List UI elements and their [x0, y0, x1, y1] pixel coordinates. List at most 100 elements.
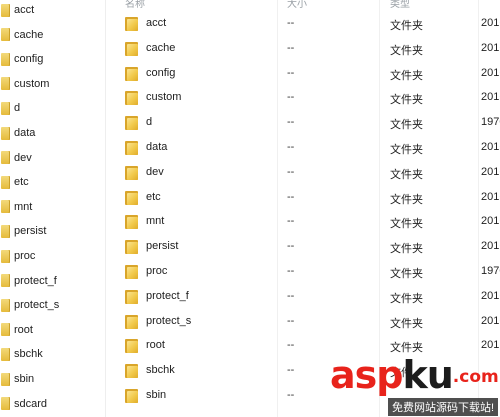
- folder-icon: [125, 116, 138, 131]
- nav-item-sdcard[interactable]: sdcard: [0, 393, 104, 415]
- folder-icon: [1, 298, 10, 312]
- file-size: --: [287, 116, 295, 129]
- nav-item-sbin[interactable]: sbin: [0, 368, 104, 390]
- folder-icon: [125, 364, 138, 379]
- file-name: config: [146, 66, 176, 79]
- file-size: --: [287, 41, 295, 54]
- nav-item-data[interactable]: data: [0, 122, 104, 144]
- file-type: 文件夹: [390, 218, 423, 231]
- navigation-pane: acct cache config custom d data dev etc mnt persi…: [0, 0, 106, 417]
- watermark-logo-part: asp: [330, 353, 403, 397]
- nav-item-dev[interactable]: dev: [0, 147, 104, 169]
- nav-item-protect-s[interactable]: protect_s: [0, 294, 104, 316]
- file-name: protect_f: [146, 289, 189, 302]
- file-name: custom: [146, 91, 182, 104]
- folder-icon: [1, 101, 10, 115]
- file-size: --: [287, 17, 295, 29]
- file-date: 2016: [481, 41, 500, 54]
- file-row[interactable]: persist -- 文件夹 2016: [106, 235, 500, 259]
- folder-icon: [125, 289, 138, 304]
- nav-item-cache[interactable]: cache: [0, 24, 104, 46]
- nav-item-sbchk[interactable]: sbchk: [0, 343, 104, 365]
- folder-icon: [125, 389, 138, 403]
- file-date: 2016: [481, 17, 500, 29]
- nav-item-acct[interactable]: acct: [0, 0, 104, 21]
- file-name: etc: [146, 190, 161, 203]
- column-header-name[interactable]: 名称: [125, 0, 145, 8]
- watermark-logo-part: .com: [452, 367, 499, 387]
- folder-icon: [1, 249, 10, 263]
- column-header-type[interactable]: 类型: [390, 0, 410, 8]
- file-row[interactable]: acct -- 文件夹 2016: [106, 12, 500, 36]
- nav-item-custom[interactable]: custom: [0, 73, 104, 95]
- folder-icon: [125, 190, 138, 205]
- file-size: --: [287, 190, 295, 203]
- folder-icon: [125, 339, 138, 354]
- watermark-logo: aspku.com: [330, 355, 499, 397]
- file-name: d: [146, 116, 153, 129]
- folder-icon: [1, 28, 10, 42]
- file-row[interactable]: data -- 文件夹 2016: [106, 136, 500, 160]
- nav-item-label: sdcard: [14, 397, 48, 410]
- nav-item-persist[interactable]: persist: [0, 220, 104, 242]
- file-row[interactable]: custom -- 文件夹 2016: [106, 86, 500, 110]
- nav-item-label: custom: [14, 77, 50, 90]
- file-size: --: [287, 289, 295, 302]
- nav-item-label: data: [14, 127, 36, 139]
- file-name: data: [146, 141, 168, 153]
- folder-icon-front: [127, 217, 138, 230]
- file-row[interactable]: dev -- 文件夹 2016: [106, 161, 500, 185]
- folder-icon: [125, 41, 138, 56]
- nav-item-label: persist: [14, 225, 47, 238]
- folder-icon: [1, 3, 10, 17]
- file-size: --: [287, 66, 295, 79]
- folder-icon-front: [127, 118, 138, 131]
- file-size: --: [287, 165, 295, 178]
- folder-icon: [125, 165, 138, 180]
- folder-icon: [125, 91, 138, 106]
- file-date: 2016: [481, 314, 500, 327]
- nav-item-label: dev: [14, 151, 32, 164]
- folder-icon-front: [127, 68, 138, 81]
- column-header-size[interactable]: 大小: [287, 0, 307, 8]
- file-row[interactable]: proc -- 文件夹 1970: [106, 260, 500, 284]
- folder-icon-front: [127, 291, 138, 304]
- file-type: 文件夹: [390, 292, 423, 305]
- nav-item-label: sbchk: [14, 348, 43, 361]
- nav-item-mnt[interactable]: mnt: [0, 196, 104, 218]
- folder-icon: [1, 52, 10, 66]
- file-date: 2016: [481, 141, 500, 153]
- folder-icon-front: [127, 19, 138, 31]
- file-row[interactable]: config -- 文件夹 2016: [106, 62, 500, 86]
- file-row[interactable]: protect_s -- 文件夹 2016: [106, 310, 500, 334]
- folder-icon: [1, 200, 10, 214]
- nav-item-etc[interactable]: etc: [0, 171, 104, 193]
- nav-item-root[interactable]: root: [0, 319, 104, 341]
- folder-icon-front: [127, 391, 138, 403]
- file-size: --: [287, 240, 295, 253]
- nav-item-config[interactable]: config: [0, 48, 104, 70]
- file-row[interactable]: cache -- 文件夹 2016: [106, 37, 500, 61]
- nav-item-label: d: [14, 102, 21, 115]
- file-row[interactable]: mnt -- 文件夹 2016: [106, 210, 500, 234]
- folder-icon: [1, 397, 10, 411]
- folder-icon-front: [127, 242, 138, 255]
- file-row[interactable]: d -- 文件夹 1970: [106, 111, 500, 135]
- file-date: 2016: [481, 215, 500, 228]
- file-row[interactable]: protect_f -- 文件夹 2016: [106, 285, 500, 309]
- file-type: 文件夹: [390, 243, 423, 256]
- file-row[interactable]: etc -- 文件夹 2016: [106, 186, 500, 210]
- file-size: --: [287, 265, 295, 277]
- folder-icon: [1, 126, 10, 140]
- nav-item-proc[interactable]: proc: [0, 245, 104, 267]
- nav-item-d[interactable]: d: [0, 97, 104, 119]
- site-watermark: aspku.com 免费网站源码下载站!: [320, 355, 500, 417]
- file-type: 文件夹: [390, 268, 423, 280]
- file-name: cache: [146, 41, 176, 54]
- folder-icon-front: [127, 43, 138, 56]
- nav-item-protect-f[interactable]: protect_f: [0, 270, 104, 292]
- file-type: 文件夹: [390, 119, 423, 132]
- folder-icon-front: [127, 341, 138, 354]
- file-name: dev: [146, 165, 164, 178]
- folder-icon-front: [127, 366, 138, 379]
